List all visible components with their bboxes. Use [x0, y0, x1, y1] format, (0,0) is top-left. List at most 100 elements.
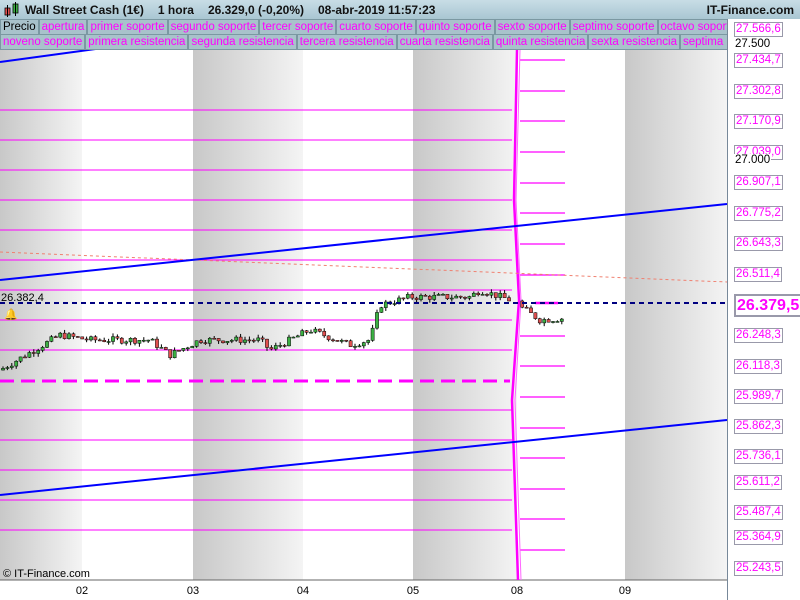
candle	[150, 338, 155, 341]
candle	[45, 341, 49, 348]
candle	[199, 340, 203, 343]
candle	[243, 339, 247, 343]
candle	[427, 295, 432, 300]
candle	[31, 352, 36, 354]
candle	[542, 319, 547, 324]
y-tick-label: 26.775,2	[734, 206, 783, 221]
candle	[449, 297, 454, 300]
candle	[370, 327, 375, 341]
candle	[260, 337, 265, 340]
legend-item[interactable]: quinta resistencia	[492, 34, 589, 50]
legend-item[interactable]: apertura	[38, 19, 88, 35]
candle	[458, 295, 463, 298]
candle	[62, 332, 67, 339]
candle	[441, 294, 445, 296]
candle	[71, 333, 76, 337]
legend-item[interactable]: noveno soporte	[0, 34, 86, 50]
legend-item[interactable]: Precio	[0, 19, 39, 35]
candle	[141, 339, 146, 342]
candle	[291, 336, 296, 339]
candle	[480, 294, 485, 296]
candle	[251, 339, 256, 342]
candle	[212, 337, 217, 340]
y-tick-label: 27.302,8	[734, 84, 783, 99]
candle	[93, 336, 98, 341]
candle	[190, 346, 195, 349]
candle	[524, 306, 529, 309]
candle	[533, 312, 538, 319]
candle	[40, 347, 45, 351]
candle	[392, 303, 397, 305]
candle	[304, 330, 309, 333]
candle	[269, 347, 274, 350]
candle	[375, 312, 379, 329]
y-tick-label: 25.736,1	[734, 449, 783, 464]
y-tick-label: 27.170,9	[734, 114, 783, 129]
price-chart[interactable]	[0, 0, 727, 600]
candle	[559, 318, 564, 322]
candle	[1, 368, 5, 371]
candle	[106, 341, 111, 343]
y-tick-label: 27.566,6	[734, 22, 783, 37]
candle	[155, 338, 159, 348]
candle	[207, 337, 212, 344]
candle	[115, 336, 120, 339]
candle	[366, 340, 371, 343]
legend-item[interactable]: primer soporte	[87, 19, 168, 35]
candle	[247, 339, 252, 342]
candle	[278, 345, 283, 347]
candle	[432, 294, 437, 300]
candle	[84, 338, 89, 341]
candle	[163, 347, 168, 350]
candle	[445, 294, 450, 300]
candle	[172, 350, 177, 359]
candle	[119, 337, 124, 344]
y-tick-label: 26.379,5	[734, 294, 800, 317]
candle	[265, 338, 269, 348]
candle	[67, 333, 71, 339]
legend-item[interactable]: sexta resistencia	[588, 34, 680, 50]
legend-item[interactable]: cuarta resistencia	[396, 34, 493, 50]
candle	[80, 336, 85, 340]
legend-item[interactable]: tercera resistencia	[296, 34, 397, 50]
legend-item[interactable]: tercer soporte	[259, 19, 337, 35]
legend-row-2: noveno soporte primera resistencia segunda…	[0, 34, 727, 50]
footer-copyright: © IT-Finance.com	[3, 568, 90, 580]
y-tick-label: 27.000	[734, 154, 772, 167]
candle	[313, 328, 318, 333]
price-axis: 27.566,6 27.500 27.434,7 27.302,8 27.170,9 27…	[727, 19, 800, 600]
candle	[295, 335, 300, 338]
candle	[177, 350, 181, 352]
legend-item[interactable]: segunda resistencia	[188, 34, 297, 50]
candle	[357, 345, 362, 348]
y-tick-label: 25.611,2	[734, 475, 782, 490]
candle	[546, 319, 551, 323]
candle	[361, 342, 366, 347]
candle	[353, 346, 357, 348]
legend-item[interactable]: quinto soporte	[415, 19, 495, 35]
candle	[309, 331, 313, 334]
candle	[58, 332, 63, 338]
candle	[454, 295, 459, 299]
legend-item[interactable]: septimo soporte	[569, 19, 658, 35]
y-tick-label: 25.487,4	[734, 505, 783, 520]
candle	[238, 336, 243, 343]
legend-item[interactable]: primera resistencia	[85, 34, 189, 50]
candle	[326, 335, 331, 341]
legend-item[interactable]: cuarto soporte	[336, 19, 416, 35]
candle	[14, 360, 19, 367]
legend-item[interactable]: septima resistencia	[680, 34, 727, 50]
candle	[185, 347, 190, 350]
candle	[27, 352, 32, 358]
candle	[102, 339, 107, 342]
candle	[383, 301, 388, 308]
candle	[344, 339, 349, 342]
bell-alert-icon[interactable]: 🔔	[4, 308, 18, 321]
candle	[229, 340, 234, 342]
candle	[124, 341, 129, 344]
candle	[348, 340, 353, 348]
legend-item[interactable]: segundo soporte	[167, 19, 260, 35]
candle	[414, 297, 419, 300]
legend-item[interactable]: sexto soporte	[494, 19, 570, 35]
candle	[9, 365, 14, 368]
